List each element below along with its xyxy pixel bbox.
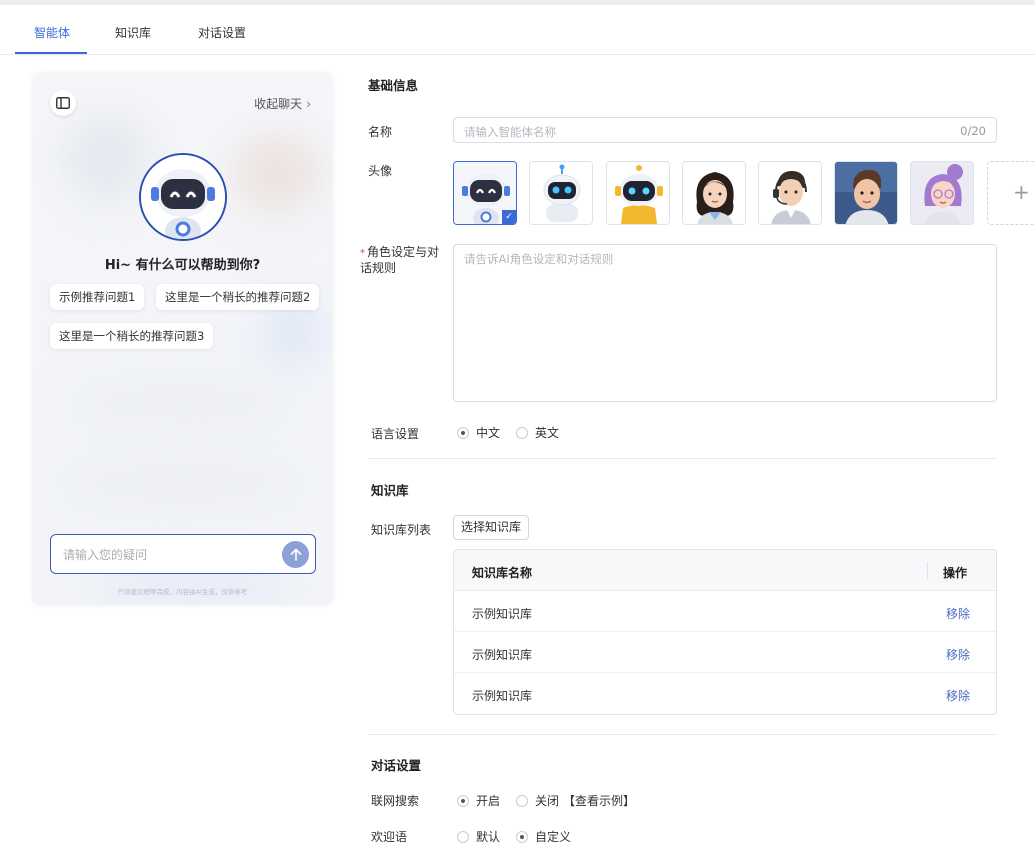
remove-link[interactable]: 移除 [946, 605, 970, 622]
arrow-up-icon [290, 548, 301, 561]
radio-web-search-on[interactable]: 开启 [457, 792, 500, 809]
radio-welcome-default[interactable]: 默认 [457, 828, 500, 845]
select-knowledge-button[interactable]: 选择知识库 [453, 515, 530, 540]
plus-icon: + [1013, 180, 1030, 204]
table-row: 示例知识库 移除 [454, 673, 996, 714]
language-radio-group: 中文 英文 [457, 424, 575, 441]
radio-web-search-off[interactable]: 关闭 [516, 792, 559, 809]
background-blur [232, 133, 322, 213]
required-mark: * [360, 248, 365, 259]
tab-dialog-settings[interactable]: 对话设置 [198, 24, 246, 41]
robot-icon [141, 155, 225, 239]
radio-english[interactable]: 英文 [516, 424, 559, 441]
collapse-chat-label: 收起聊天 [254, 97, 303, 111]
web-search-radio-group: 开启 关闭 【查看示例】 [457, 792, 635, 809]
welcome-label: 欢迎语 [371, 830, 408, 844]
tab-knowledge[interactable]: 知识库 [115, 24, 151, 41]
man-avatar-icon [835, 162, 897, 224]
section-divider [368, 458, 997, 459]
section-title-basic: 基础信息 [368, 78, 419, 93]
role-rules-textarea[interactable]: 请告诉AI角色设定和对话规则 [453, 244, 997, 402]
send-button[interactable] [282, 541, 309, 568]
knowledge-name-cell: 示例知识库 [472, 689, 533, 703]
radio-chinese-label: 中文 [476, 426, 501, 440]
radio-off-label: 关闭 [535, 794, 560, 808]
radio-dot [457, 426, 469, 439]
column-separator [927, 562, 928, 579]
role-rules-placeholder: 请告诉AI角色设定和对话规则 [464, 252, 614, 266]
avatar-option-woman-purple[interactable] [910, 161, 974, 225]
background-blur [72, 383, 292, 423]
role-label: * 角色设定与对话规则 [360, 245, 450, 275]
woman-avatar-icon [911, 162, 973, 224]
greeting-text: Hi~ 有什么可以帮助到你? [104, 258, 261, 273]
welcome-radio-group: 默认 自定义 [457, 828, 587, 845]
agent-avatar [139, 153, 227, 241]
radio-chinese[interactable]: 中文 [457, 424, 500, 441]
radio-dot [457, 794, 469, 807]
table-row: 示例知识库 移除 [454, 591, 996, 632]
chevron-right-icon: › [306, 97, 311, 111]
role-label-text: 角色设定与对话规则 [360, 245, 440, 275]
suggestion-chip[interactable]: 示例推荐问题1 [50, 284, 145, 310]
add-avatar-button[interactable]: + [987, 161, 1035, 225]
radio-dot [516, 794, 529, 807]
suggestion-chip[interactable]: 这里是一个稍长的推荐问题3 [50, 323, 214, 349]
column-header-action: 操作 [943, 566, 968, 580]
avatar-option-robot-yellow[interactable] [606, 161, 670, 225]
ai-disclaimer: 只读建议稍等完成，内容由AI生成，仅供参考 [117, 588, 248, 596]
name-label: 名称 [368, 125, 393, 139]
active-tab-indicator [15, 52, 87, 54]
radio-on-label: 开启 [476, 794, 501, 808]
radio-english-label: 英文 [535, 426, 560, 440]
column-header-name: 知识库名称 [472, 566, 533, 580]
language-label: 语言设置 [371, 427, 420, 441]
radio-welcome-custom[interactable]: 自定义 [516, 828, 571, 845]
radio-dot [516, 830, 529, 843]
knowledge-name-cell: 示例知识库 [472, 648, 533, 662]
tab-bar: 智能体 知识库 对话设置 [0, 5, 1035, 55]
knowledge-table: 知识库名称 操作 示例知识库 移除 示例知识库 移除 示例知识库 移除 [453, 549, 997, 715]
view-example-link[interactable]: 【查看示例】 [563, 792, 635, 809]
background-blur [262, 303, 322, 363]
avatar-option-man-headset[interactable] [758, 161, 822, 225]
suggestion-chip[interactable]: 这里是一个稍长的推荐问题2 [156, 284, 320, 310]
char-counter: 0/20 [960, 124, 986, 138]
web-search-label: 联网搜索 [371, 794, 420, 808]
man-headset-icon [759, 162, 821, 224]
avatar-label: 头像 [368, 164, 393, 178]
background-blur [62, 463, 302, 503]
robot-icon [607, 162, 669, 224]
agent-name-input[interactable]: 请输入智能体名称 0/20 [453, 117, 997, 143]
avatar-option-woman[interactable] [682, 161, 746, 225]
section-title-knowledge: 知识库 [371, 483, 409, 498]
remove-link[interactable]: 移除 [946, 687, 970, 704]
question-placeholder: 请输入您的疑问 [63, 548, 148, 562]
table-header: 知识库名称 操作 [454, 550, 996, 591]
radio-default-label: 默认 [476, 830, 501, 844]
avatar-option-robot-blue[interactable]: ✓ [453, 161, 517, 225]
avatar-option-man-casual[interactable] [834, 161, 898, 225]
robot-icon [530, 162, 592, 224]
woman-avatar-icon [683, 162, 745, 224]
avatar-option-robot-white[interactable] [529, 161, 593, 225]
knowledge-name-cell: 示例知识库 [472, 607, 533, 621]
radio-dot [516, 426, 529, 439]
remove-link[interactable]: 移除 [946, 646, 970, 663]
table-row: 示例知识库 移除 [454, 632, 996, 673]
selected-check-icon: ✓ [502, 210, 516, 224]
chat-preview-panel: 收起聊天 › Hi~ 有什么可以帮助到你? 示例推荐问题1 这里是一个稍长的推荐问… [32, 73, 333, 605]
tab-agent[interactable]: 智能体 [34, 24, 70, 41]
knowledge-list-label: 知识库列表 [371, 523, 432, 537]
section-title-dialog: 对话设置 [371, 758, 422, 773]
sidebar-toggle-icon[interactable] [50, 90, 76, 116]
radio-custom-label: 自定义 [535, 830, 572, 844]
radio-dot [457, 830, 469, 843]
question-input[interactable]: 请输入您的疑问 [50, 534, 316, 574]
agent-name-placeholder: 请输入智能体名称 [464, 125, 556, 139]
collapse-chat-link[interactable]: 收起聊天 › [254, 95, 311, 112]
section-divider [368, 734, 997, 735]
